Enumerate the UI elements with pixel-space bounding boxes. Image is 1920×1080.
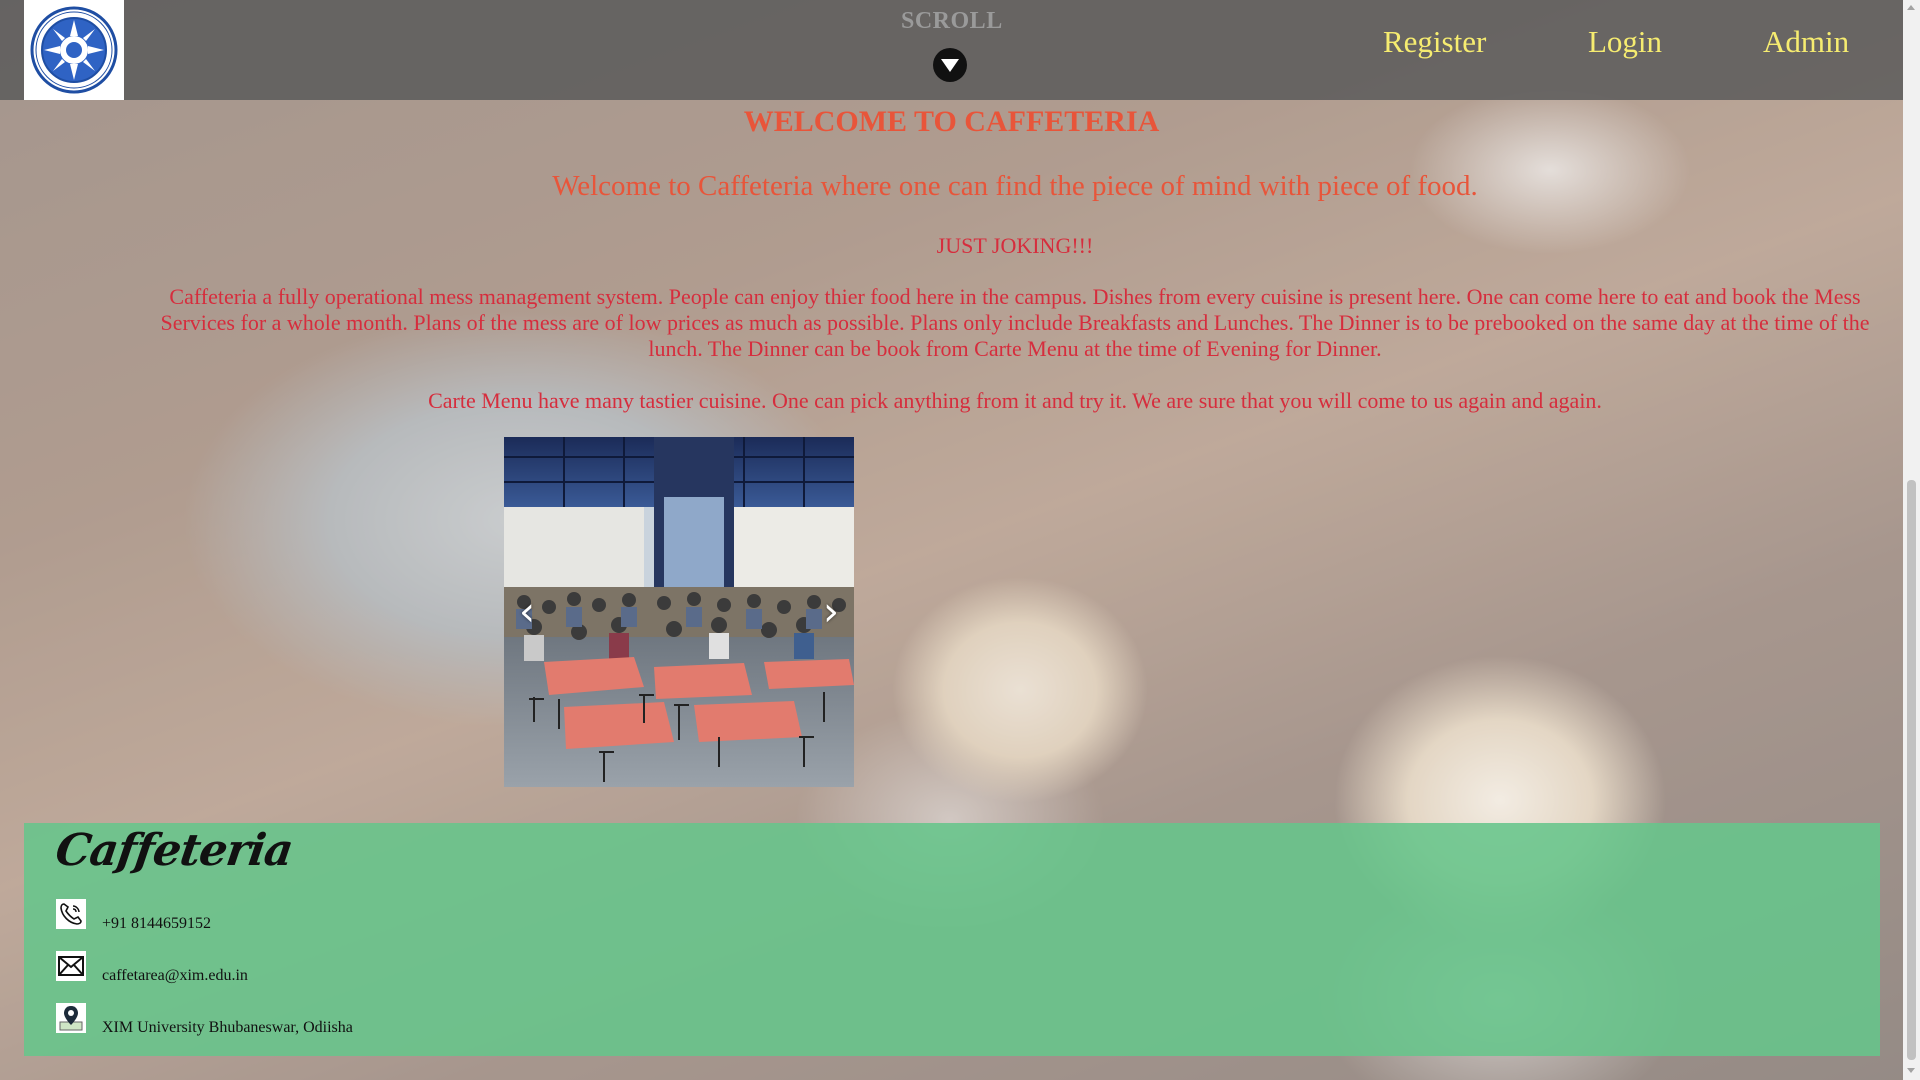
vertical-scrollbar[interactable] — [1903, 0, 1920, 1080]
footer-email[interactable]: caffetarea@xim.edu.in — [102, 967, 248, 985]
xim-university-seal-icon — [30, 6, 118, 94]
nav-admin-link[interactable]: Admin — [1763, 24, 1849, 60]
cafeteria-photo — [504, 437, 854, 787]
scrollbar-down-arrow-icon[interactable] — [1907, 1068, 1915, 1073]
scrollbar-up-arrow-icon[interactable] — [1907, 5, 1915, 10]
carousel-prev-arrow[interactable]: ‹ — [512, 587, 542, 637]
footer-brand: Caffeteria — [52, 825, 296, 876]
top-header: SCROLL Register Login Admin — [0, 0, 1903, 100]
mail-icon — [56, 951, 86, 981]
carte-menu-paragraph: Carte Menu have many tastier cuisine. On… — [428, 388, 1602, 413]
description-paragraph: Caffeteria a fully operational mess mana… — [160, 284, 1870, 361]
scrollbar-thumb[interactable] — [1907, 480, 1916, 1060]
carousel-next-arrow[interactable]: › — [816, 587, 846, 637]
xim-university-logo[interactable] — [24, 0, 124, 100]
map-pin-icon — [56, 1003, 86, 1033]
page-title: WELCOME TO CAFFETERIA — [743, 105, 1160, 138]
footer-phone: +91 8144659152 — [102, 915, 212, 932]
joke-text: JUST JOKING!!! — [936, 233, 1094, 258]
page-subtitle: Welcome to Caffeteria where one can find… — [552, 170, 1478, 202]
footer-address: XIM University Bhubaneswar, Odiisha — [102, 1019, 353, 1036]
phone-icon — [56, 899, 86, 929]
nav-register-link[interactable]: Register — [1383, 24, 1486, 60]
scroll-label: SCROLL — [901, 8, 1003, 34]
nav-login-link[interactable]: Login — [1588, 24, 1662, 60]
triangle-down-icon — [941, 59, 959, 72]
image-carousel[interactable]: ‹ › — [504, 437, 854, 787]
scroll-down-button[interactable] — [933, 48, 967, 82]
footer: Caffeteria +91 8144659152 caffetarea@xim… — [24, 823, 1880, 1056]
